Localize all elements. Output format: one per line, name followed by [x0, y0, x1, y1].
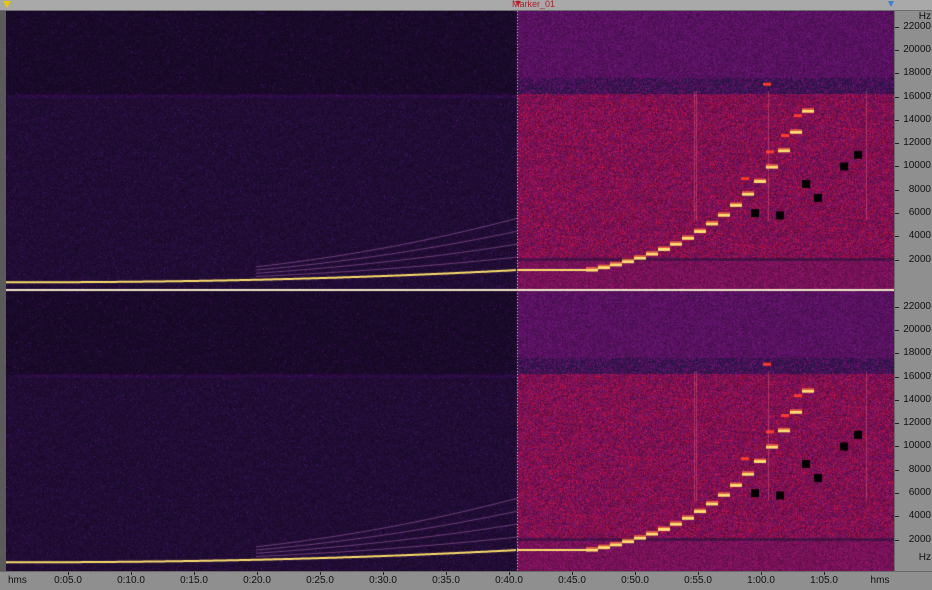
frequency-axis-unit: Hz	[919, 553, 931, 563]
time-tick-mark	[257, 572, 258, 575]
time-tick-label: 1:05.0	[810, 575, 838, 586]
time-tick-mark	[68, 572, 69, 575]
frequency-tick-mark	[895, 516, 899, 517]
frequency-tick-label: 22000	[903, 302, 931, 312]
time-tick-mark	[824, 572, 825, 575]
time-axis[interactable]: hms 0:05.0 0:10.0 0:15.0 0:20.0 0:25.0 0:30.0…	[0, 571, 932, 590]
frequency-tick-mark	[895, 493, 899, 494]
time-tick-label: 0:45.0	[558, 575, 586, 586]
time-tick-label: 1:00.0	[747, 575, 775, 586]
frequency-tick-mark	[895, 330, 899, 331]
time-tick-label: 0:40.0	[495, 575, 523, 586]
frequency-tick-label: 20000	[903, 325, 931, 335]
marker-label[interactable]: Marker_01	[512, 0, 555, 10]
frequency-tick-mark	[895, 50, 899, 51]
frequency-tick-label: 16000	[903, 92, 931, 102]
frequency-tick-mark	[895, 166, 899, 167]
frequency-tick-label: 12000	[903, 138, 931, 148]
time-tick-label: 0:20.0	[243, 575, 271, 586]
frequency-tick-mark	[895, 446, 899, 447]
time-tick-mark	[698, 572, 699, 575]
frequency-tick-label: 2000	[909, 535, 931, 545]
timeline-ruler-bar[interactable]: Marker_01	[0, 0, 932, 11]
start-marker-icon[interactable]	[3, 1, 11, 8]
frequency-tick-mark	[895, 190, 899, 191]
frequency-tick-label: 12000	[903, 418, 931, 428]
time-tick-mark	[320, 572, 321, 575]
frequency-tick-label: 10000	[903, 161, 931, 171]
frequency-tick-mark	[895, 540, 899, 541]
time-tick-mark	[194, 572, 195, 575]
time-tick-label: 0:35.0	[432, 575, 460, 586]
time-tick-mark	[446, 572, 447, 575]
frequency-tick-label: 18000	[903, 68, 931, 78]
frequency-tick-mark	[895, 236, 899, 237]
end-marker-icon[interactable]	[888, 1, 894, 7]
time-tick-mark	[509, 572, 510, 575]
time-tick-label: 0:55.0	[684, 575, 712, 586]
frequency-tick-mark	[895, 423, 899, 424]
frequency-tick-mark	[895, 120, 899, 121]
frequency-tick-label: 8000	[909, 185, 931, 195]
time-tick-label: 0:50.0	[621, 575, 649, 586]
frequency-tick-mark	[895, 307, 899, 308]
frequency-tick-mark	[895, 27, 899, 28]
time-tick-mark	[572, 572, 573, 575]
frequency-axis[interactable]: Hz 22000 20000 18000 16000 14000 12000 10000 800…	[894, 11, 932, 571]
frequency-tick-label: 6000	[909, 208, 931, 218]
time-tick-label: 0:05.0	[54, 575, 82, 586]
frequency-tick-label: 20000	[903, 45, 931, 55]
frequency-tick-label: 16000	[903, 372, 931, 382]
time-tick-label: 0:25.0	[306, 575, 334, 586]
frequency-tick-label: 14000	[903, 115, 931, 125]
frequency-tick-mark	[895, 377, 899, 378]
time-axis-unit-end: hms	[871, 575, 890, 586]
frequency-tick-mark	[895, 260, 899, 261]
time-axis-unit: hms	[8, 575, 27, 586]
frequency-tick-label: 6000	[909, 488, 931, 498]
spectral-editor: Marker_01 Hz 22000 20000 18000 16000 14000 120…	[0, 0, 932, 589]
spectrogram-canvas[interactable]	[6, 11, 894, 571]
frequency-tick-mark	[895, 353, 899, 354]
frequency-tick-mark	[895, 213, 899, 214]
time-tick-mark	[761, 572, 762, 575]
frequency-tick-mark	[895, 400, 899, 401]
frequency-tick-mark	[895, 73, 899, 74]
frequency-tick-label: 2000	[909, 255, 931, 265]
time-tick-mark	[383, 572, 384, 575]
frequency-tick-mark	[895, 97, 899, 98]
frequency-tick-label: 10000	[903, 441, 931, 451]
frequency-tick-label: 4000	[909, 231, 931, 241]
frequency-tick-label: 8000	[909, 465, 931, 475]
frequency-tick-label: 14000	[903, 395, 931, 405]
frequency-tick-mark	[895, 143, 899, 144]
frequency-tick-mark	[895, 470, 899, 471]
frequency-tick-label: 4000	[909, 511, 931, 521]
time-tick-mark	[635, 572, 636, 575]
time-tick-label: 0:10.0	[117, 575, 145, 586]
frequency-tick-label: 22000	[903, 22, 931, 32]
time-tick-label: 0:15.0	[180, 575, 208, 586]
time-tick-mark	[131, 572, 132, 575]
frequency-tick-label: 18000	[903, 348, 931, 358]
time-tick-label: 0:30.0	[369, 575, 397, 586]
